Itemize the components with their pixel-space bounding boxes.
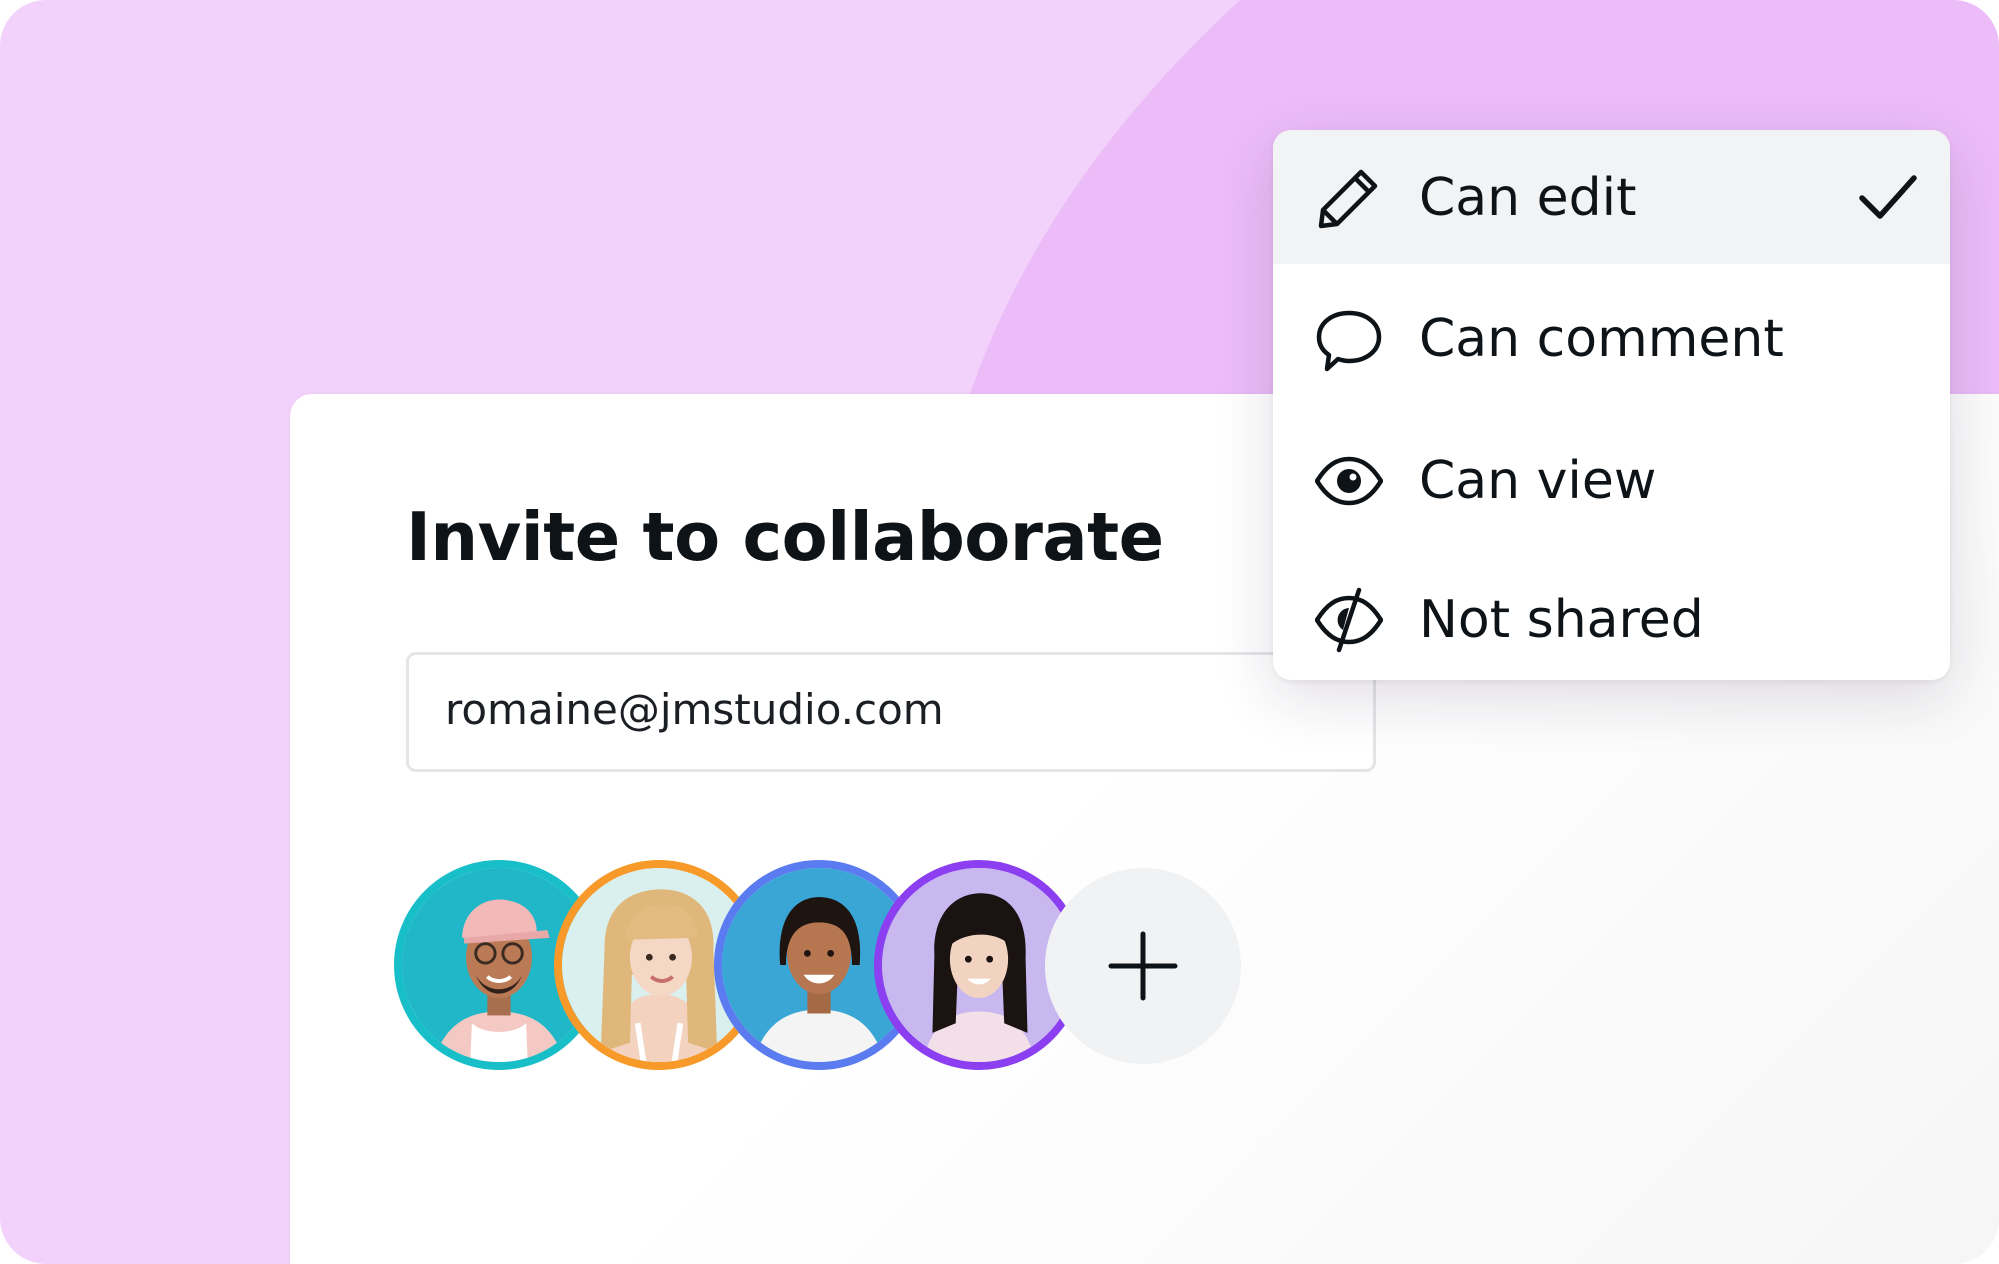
menu-item-label: Not shared: [1419, 590, 1704, 650]
menu-item-can-edit[interactable]: Can edit: [1273, 130, 1950, 264]
menu-item-can-comment[interactable]: Can comment: [1273, 271, 1950, 405]
email-field-value[interactable]: romaine@jmstudio.com: [445, 685, 944, 734]
menu-item-label: Can view: [1419, 451, 1657, 511]
menu-item-not-shared[interactable]: Not shared: [1273, 552, 1950, 680]
pencil-icon: [1318, 169, 1378, 229]
invite-title: Invite to collaborate: [406, 498, 1164, 576]
plus-icon: [1108, 931, 1178, 1001]
page-background: Invite to collaborate romaine@jmstudio.c…: [0, 0, 1999, 1264]
eye-slash-icon: [1315, 587, 1383, 653]
checkmark-icon: [1859, 175, 1917, 219]
email-field[interactable]: romaine@jmstudio.com: [406, 652, 1376, 772]
menu-item-label: Can edit: [1419, 168, 1637, 228]
collaborator-avatars: [394, 860, 1294, 1080]
speech-bubble-icon: [1316, 310, 1382, 372]
permission-menu: Can edit Can comment Can view Not shared: [1273, 130, 1950, 680]
menu-item-label: Can comment: [1419, 309, 1784, 369]
eye-icon: [1315, 456, 1383, 506]
menu-item-can-view[interactable]: Can view: [1273, 413, 1950, 547]
add-collaborator-button[interactable]: [1045, 868, 1241, 1064]
